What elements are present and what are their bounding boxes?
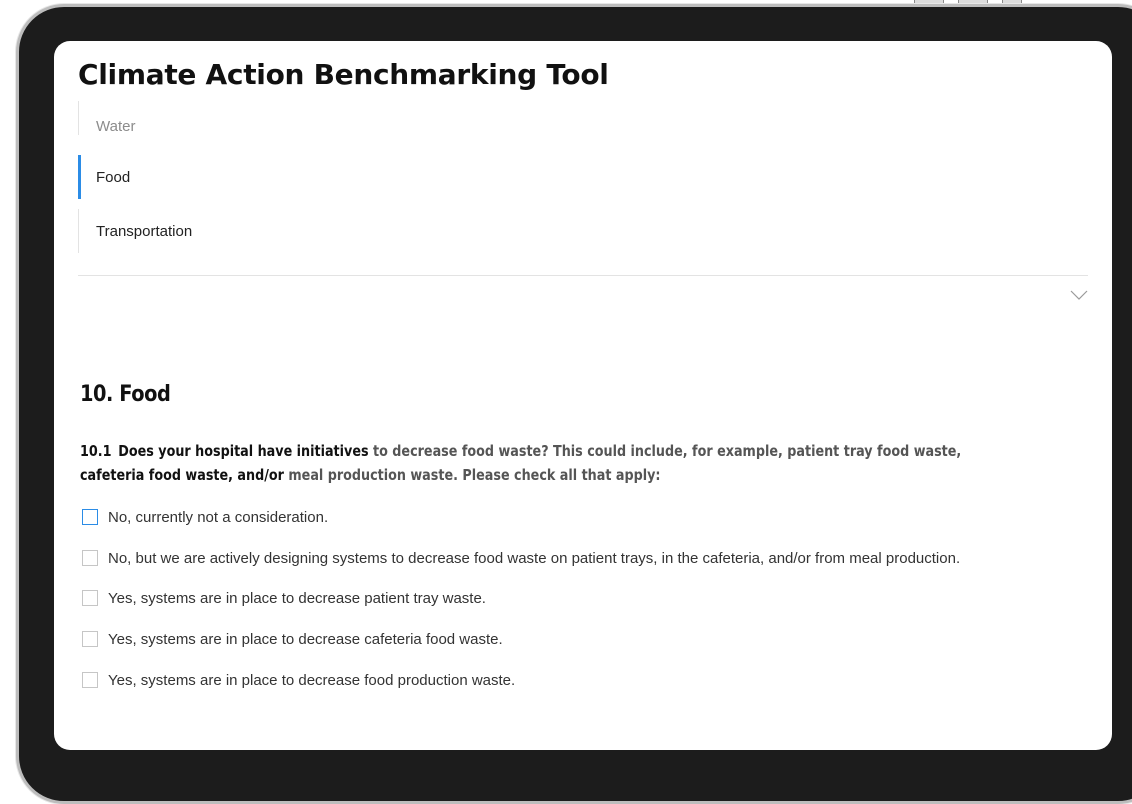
checkbox[interactable] [82,672,98,688]
option-label: No, currently not a consideration. [108,509,329,526]
section-nav: Water Food Transportation [78,101,1088,276]
option-actively-designing[interactable]: No, but we are actively designing system… [82,548,1072,570]
app-title: Climate Action Benchmarking Tool [78,58,609,91]
nav-item-water[interactable]: Water [78,101,378,135]
checkbox[interactable] [82,590,98,606]
nav-item-label: Water [96,118,136,135]
option-food-production-waste[interactable]: Yes, systems are in place to decrease fo… [82,670,1072,692]
option-patient-tray-waste[interactable]: Yes, systems are in place to decrease pa… [82,588,1072,610]
checkbox[interactable] [82,631,98,647]
nav-item-label: Transportation [96,222,193,240]
answer-options: No, currently not a consideration. No, b… [82,507,1072,711]
option-label: Yes, systems are in place to decrease pa… [108,590,486,607]
option-label: Yes, systems are in place to decrease ca… [108,631,503,648]
question-text-part: Does your hospital have initiatives [118,442,369,460]
option-cafeteria-food-waste[interactable]: Yes, systems are in place to decrease ca… [82,629,1072,651]
question-number: 10.1 [80,442,112,460]
section-title: 10. Food [80,382,171,407]
nav-item-transportation[interactable]: Transportation [78,209,378,253]
checkbox[interactable] [82,550,98,566]
option-label: Yes, systems are in place to decrease fo… [108,672,516,689]
nav-item-food[interactable]: Food [78,155,378,199]
question-text-part: to decrease food waste? This could inclu… [368,442,962,460]
tablet-screen: Climate Action Benchmarking Tool Water F… [54,41,1112,750]
question-text: 10.1 Does your hospital have initiatives … [80,439,1007,487]
question-text-part: cafeteria food waste, and/or [80,466,284,484]
checkbox[interactable] [82,509,98,525]
question-text-part: meal production waste. Please check all … [283,466,661,484]
option-not-a-consideration[interactable]: No, currently not a consideration. [82,507,1072,529]
nav-item-label: Food [96,168,131,186]
chevron-down-icon[interactable] [1070,289,1088,301]
option-label: No, but we are actively designing system… [108,550,961,567]
